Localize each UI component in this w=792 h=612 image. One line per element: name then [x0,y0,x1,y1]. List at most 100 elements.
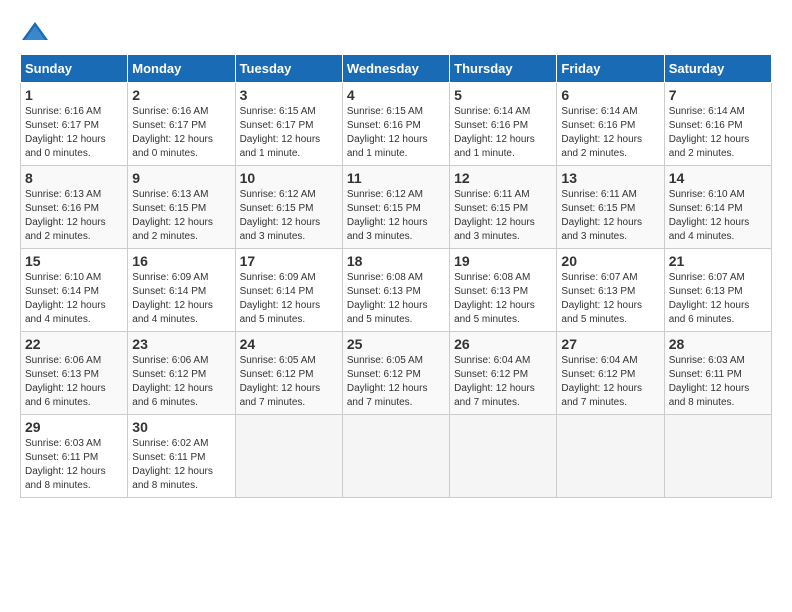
calendar-cell: 29 Sunrise: 6:03 AM Sunset: 6:11 PM Dayl… [21,415,128,498]
day-info: Sunrise: 6:09 AM Sunset: 6:14 PM Dayligh… [132,271,230,327]
day-number: 10 [240,170,338,186]
calendar-cell: 6 Sunrise: 6:14 AM Sunset: 6:16 PM Dayli… [557,83,664,166]
day-number: 7 [669,87,767,103]
calendar-cell: 19 Sunrise: 6:08 AM Sunset: 6:13 PM Dayl… [450,249,557,332]
calendar-cell: 18 Sunrise: 6:08 AM Sunset: 6:13 PM Dayl… [342,249,449,332]
day-info: Sunrise: 6:12 AM Sunset: 6:15 PM Dayligh… [240,188,338,244]
day-info: Sunrise: 6:16 AM Sunset: 6:17 PM Dayligh… [132,105,230,161]
weekday-header: Tuesday [235,55,342,83]
calendar-cell: 25 Sunrise: 6:05 AM Sunset: 6:12 PM Dayl… [342,332,449,415]
day-info: Sunrise: 6:15 AM Sunset: 6:17 PM Dayligh… [240,105,338,161]
calendar-cell [664,415,771,498]
day-info: Sunrise: 6:05 AM Sunset: 6:12 PM Dayligh… [347,354,445,410]
calendar-cell [557,415,664,498]
weekday-header: Friday [557,55,664,83]
day-info: Sunrise: 6:04 AM Sunset: 6:12 PM Dayligh… [454,354,552,410]
day-number: 26 [454,336,552,352]
day-number: 23 [132,336,230,352]
day-info: Sunrise: 6:16 AM Sunset: 6:17 PM Dayligh… [25,105,123,161]
calendar-cell: 15 Sunrise: 6:10 AM Sunset: 6:14 PM Dayl… [21,249,128,332]
day-number: 19 [454,253,552,269]
calendar-cell: 20 Sunrise: 6:07 AM Sunset: 6:13 PM Dayl… [557,249,664,332]
day-info: Sunrise: 6:03 AM Sunset: 6:11 PM Dayligh… [669,354,767,410]
day-number: 4 [347,87,445,103]
day-info: Sunrise: 6:07 AM Sunset: 6:13 PM Dayligh… [561,271,659,327]
calendar-table: SundayMondayTuesdayWednesdayThursdayFrid… [20,54,772,498]
day-info: Sunrise: 6:08 AM Sunset: 6:13 PM Dayligh… [347,271,445,327]
day-number: 17 [240,253,338,269]
calendar-cell: 23 Sunrise: 6:06 AM Sunset: 6:12 PM Dayl… [128,332,235,415]
day-number: 13 [561,170,659,186]
calendar-cell: 26 Sunrise: 6:04 AM Sunset: 6:12 PM Dayl… [450,332,557,415]
calendar-cell: 16 Sunrise: 6:09 AM Sunset: 6:14 PM Dayl… [128,249,235,332]
day-info: Sunrise: 6:11 AM Sunset: 6:15 PM Dayligh… [561,188,659,244]
calendar-cell [450,415,557,498]
day-number: 18 [347,253,445,269]
day-number: 25 [347,336,445,352]
calendar-cell: 12 Sunrise: 6:11 AM Sunset: 6:15 PM Dayl… [450,166,557,249]
logo-icon [20,20,50,44]
day-number: 24 [240,336,338,352]
day-info: Sunrise: 6:12 AM Sunset: 6:15 PM Dayligh… [347,188,445,244]
weekday-header: Monday [128,55,235,83]
day-number: 12 [454,170,552,186]
day-info: Sunrise: 6:03 AM Sunset: 6:11 PM Dayligh… [25,437,123,493]
day-number: 8 [25,170,123,186]
calendar-cell: 17 Sunrise: 6:09 AM Sunset: 6:14 PM Dayl… [235,249,342,332]
calendar-cell: 24 Sunrise: 6:05 AM Sunset: 6:12 PM Dayl… [235,332,342,415]
day-info: Sunrise: 6:11 AM Sunset: 6:15 PM Dayligh… [454,188,552,244]
calendar-cell: 14 Sunrise: 6:10 AM Sunset: 6:14 PM Dayl… [664,166,771,249]
day-info: Sunrise: 6:10 AM Sunset: 6:14 PM Dayligh… [25,271,123,327]
day-info: Sunrise: 6:06 AM Sunset: 6:12 PM Dayligh… [132,354,230,410]
day-info: Sunrise: 6:07 AM Sunset: 6:13 PM Dayligh… [669,271,767,327]
calendar-cell: 22 Sunrise: 6:06 AM Sunset: 6:13 PM Dayl… [21,332,128,415]
day-number: 14 [669,170,767,186]
calendar-cell [235,415,342,498]
calendar-cell: 3 Sunrise: 6:15 AM Sunset: 6:17 PM Dayli… [235,83,342,166]
day-info: Sunrise: 6:06 AM Sunset: 6:13 PM Dayligh… [25,354,123,410]
calendar-cell: 30 Sunrise: 6:02 AM Sunset: 6:11 PM Dayl… [128,415,235,498]
day-number: 15 [25,253,123,269]
day-number: 16 [132,253,230,269]
calendar-cell: 27 Sunrise: 6:04 AM Sunset: 6:12 PM Dayl… [557,332,664,415]
day-number: 21 [669,253,767,269]
day-info: Sunrise: 6:14 AM Sunset: 6:16 PM Dayligh… [561,105,659,161]
day-number: 22 [25,336,123,352]
day-number: 3 [240,87,338,103]
day-info: Sunrise: 6:10 AM Sunset: 6:14 PM Dayligh… [669,188,767,244]
day-number: 11 [347,170,445,186]
day-number: 28 [669,336,767,352]
day-number: 6 [561,87,659,103]
weekday-header: Wednesday [342,55,449,83]
day-info: Sunrise: 6:14 AM Sunset: 6:16 PM Dayligh… [454,105,552,161]
calendar-cell: 28 Sunrise: 6:03 AM Sunset: 6:11 PM Dayl… [664,332,771,415]
calendar-cell: 10 Sunrise: 6:12 AM Sunset: 6:15 PM Dayl… [235,166,342,249]
day-info: Sunrise: 6:14 AM Sunset: 6:16 PM Dayligh… [669,105,767,161]
calendar-cell: 4 Sunrise: 6:15 AM Sunset: 6:16 PM Dayli… [342,83,449,166]
day-info: Sunrise: 6:15 AM Sunset: 6:16 PM Dayligh… [347,105,445,161]
calendar-cell: 21 Sunrise: 6:07 AM Sunset: 6:13 PM Dayl… [664,249,771,332]
day-number: 9 [132,170,230,186]
calendar-cell [342,415,449,498]
day-number: 29 [25,419,123,435]
calendar-cell: 13 Sunrise: 6:11 AM Sunset: 6:15 PM Dayl… [557,166,664,249]
logo [20,20,54,44]
calendar-cell: 1 Sunrise: 6:16 AM Sunset: 6:17 PM Dayli… [21,83,128,166]
day-number: 5 [454,87,552,103]
weekday-header: Sunday [21,55,128,83]
day-number: 2 [132,87,230,103]
day-info: Sunrise: 6:08 AM Sunset: 6:13 PM Dayligh… [454,271,552,327]
day-info: Sunrise: 6:09 AM Sunset: 6:14 PM Dayligh… [240,271,338,327]
day-number: 27 [561,336,659,352]
calendar-cell: 5 Sunrise: 6:14 AM Sunset: 6:16 PM Dayli… [450,83,557,166]
calendar-cell: 7 Sunrise: 6:14 AM Sunset: 6:16 PM Dayli… [664,83,771,166]
day-number: 20 [561,253,659,269]
weekday-header: Thursday [450,55,557,83]
day-info: Sunrise: 6:05 AM Sunset: 6:12 PM Dayligh… [240,354,338,410]
calendar-cell: 2 Sunrise: 6:16 AM Sunset: 6:17 PM Dayli… [128,83,235,166]
day-number: 30 [132,419,230,435]
weekday-header: Saturday [664,55,771,83]
day-info: Sunrise: 6:13 AM Sunset: 6:15 PM Dayligh… [132,188,230,244]
calendar-cell: 8 Sunrise: 6:13 AM Sunset: 6:16 PM Dayli… [21,166,128,249]
calendar-cell: 11 Sunrise: 6:12 AM Sunset: 6:15 PM Dayl… [342,166,449,249]
